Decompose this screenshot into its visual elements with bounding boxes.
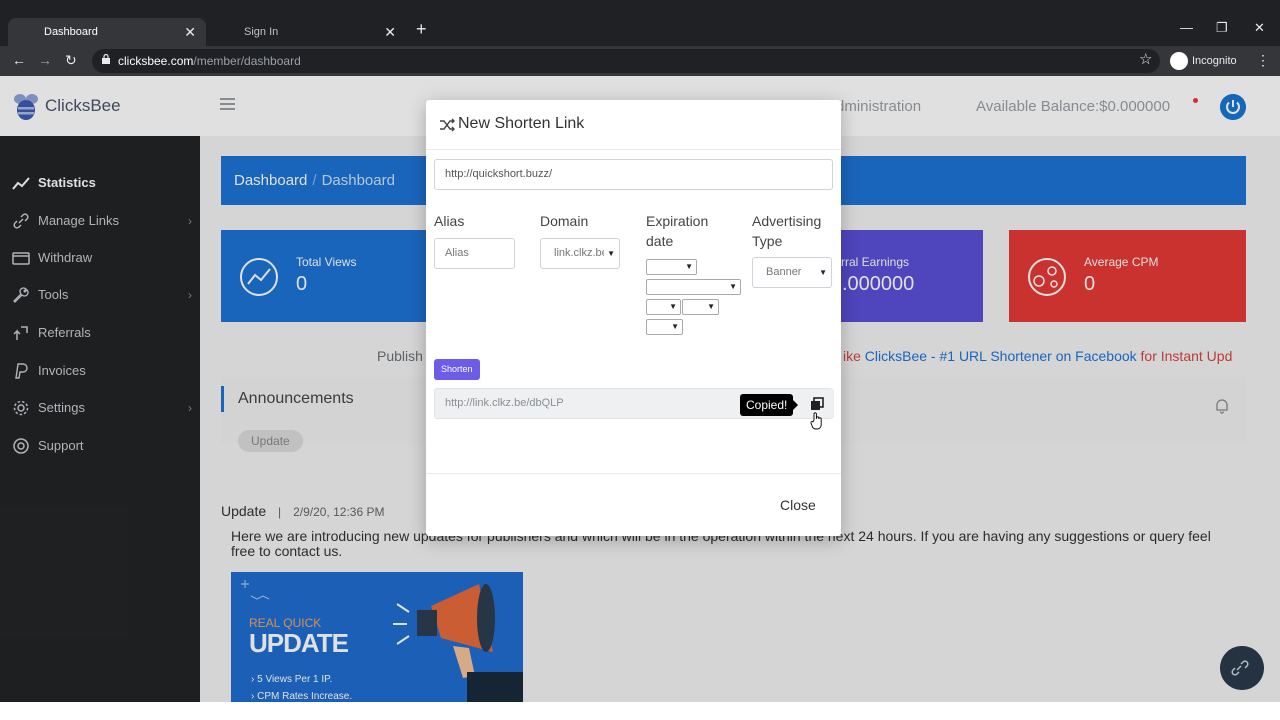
long-url-input[interactable]: http://quickshort.buzz/ (434, 159, 833, 190)
short-url-result: http://link.clkz.be/dbQLP Copied! (434, 388, 834, 419)
bookmark-star-icon[interactable]: ☆ (1139, 50, 1152, 68)
tab-title: Sign In (244, 26, 279, 38)
advertising-type-label: Advertising Type (752, 213, 822, 249)
dropdown-arrow-icon: ▼ (604, 247, 615, 260)
browser-tab-sign-in[interactable]: Sign In ✕ (208, 18, 406, 46)
dropdown-arrow-icon: ▼ (685, 262, 693, 271)
expiration-year-select[interactable]: ▼ (646, 299, 681, 315)
copied-tooltip: Copied! (740, 394, 799, 416)
alias-label: Alias (434, 213, 465, 229)
close-tab-icon[interactable]: ✕ (184, 18, 196, 46)
advertising-type-select[interactable]: Banner ▼ (752, 257, 832, 288)
restore-icon[interactable]: ❐ (1216, 20, 1228, 36)
lock-icon (102, 54, 110, 64)
browser-tabstrip: Dashboard ✕ Sign In ✕ + — ❐ ✕ (0, 0, 1280, 46)
new-shorten-link-modal: New Shorten Link http://quickshort.buzz/… (426, 100, 841, 536)
minimize-icon[interactable]: — (1180, 20, 1193, 35)
domain-label: Domain (540, 213, 589, 229)
page-bottom-strip (0, 702, 1280, 720)
close-button[interactable]: Close (780, 497, 816, 513)
browser-menu-icon[interactable]: ⋮ (1256, 52, 1270, 69)
close-tab-icon[interactable]: ✕ (384, 18, 396, 46)
tab-title: Dashboard (44, 26, 98, 38)
expiration-month-select[interactable]: ▼ (646, 259, 697, 275)
close-window-icon[interactable]: ✕ (1254, 20, 1265, 36)
incognito-profile[interactable]: Incognito (1170, 50, 1237, 72)
expiration-date-label: Expiration date (646, 213, 709, 249)
short-url-text[interactable]: http://link.clkz.be/dbQLP (445, 397, 564, 409)
browser-tab-dashboard[interactable]: Dashboard ✕ (8, 18, 206, 46)
hand-cursor-icon (810, 412, 822, 430)
new-tab-icon[interactable]: + (416, 19, 427, 40)
dropdown-arrow-icon: ▼ (819, 267, 827, 277)
domain-select[interactable]: link.clkz.be ▼ (540, 238, 620, 269)
modal-footer: Close (426, 473, 841, 536)
shuffle-icon (440, 118, 455, 132)
dropdown-arrow-icon: ▼ (707, 302, 715, 311)
browser-toolbar: ← → ↻ clicksbee.com/member/dashboard ☆ I… (0, 46, 1280, 76)
forward-icon[interactable]: → (38, 52, 52, 68)
alias-input[interactable]: Alias (434, 238, 515, 269)
address-bar[interactable]: clicksbee.com/member/dashboard (92, 49, 1160, 73)
dropdown-arrow-icon: ▼ (671, 322, 679, 331)
modal-title: New Shorten Link (458, 115, 585, 132)
url-text: clicksbee.com/member/dashboard (118, 54, 301, 68)
expiration-hour-select[interactable]: ▼ (682, 299, 719, 315)
expiration-day-select[interactable]: ▼ (646, 279, 741, 295)
expiration-minute-select[interactable]: ▼ (646, 319, 683, 335)
back-icon[interactable]: ← (12, 52, 26, 68)
dropdown-arrow-icon: ▼ (729, 282, 737, 291)
modal-header: New Shorten Link (426, 100, 841, 150)
dropdown-arrow-icon: ▼ (669, 302, 677, 311)
incognito-icon (1170, 52, 1188, 70)
reload-icon[interactable]: ↻ (65, 52, 77, 69)
shorten-button[interactable]: Shorten (434, 359, 480, 380)
